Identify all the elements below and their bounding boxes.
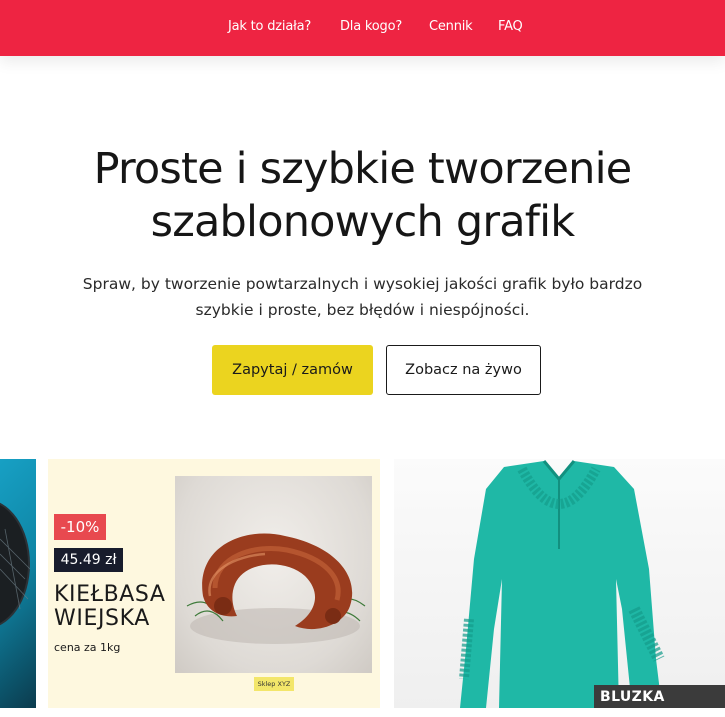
page-bottom [0,708,725,717]
see-live-button[interactable]: Zobacz na żywo [386,345,541,395]
gallery-card-partial [0,459,36,708]
nav-link-pricing[interactable]: Cennik [429,19,473,34]
ask-order-button[interactable]: Zapytaj / zamów [212,345,373,395]
discount-badge: -10% [54,514,106,540]
nav-link-how-it-works[interactable]: Jak to działa? [228,19,311,34]
hero-subtitle: Spraw, by tworzenie powtarzalnych i wyso… [82,275,643,319]
hero-title: Proste i szybkie tworzenie szablonowych … [93,144,633,247]
top-navigation: Jak to działa? Dla kogo? Cennik FAQ [0,0,725,56]
price-badge: 45.49 zł [54,548,123,572]
decorative-lines [0,528,31,610]
sausage-photo [175,476,372,673]
product-name: KIEŁBASA WIEJSKA [54,582,166,631]
product-unit-label: cena za 1kg [54,641,121,654]
clothing-label: BLUZKA [594,685,725,708]
clothing-template-card [394,459,725,708]
shirt-photo [459,460,665,708]
shop-label: Sklep XYZ [254,677,294,691]
nav-link-for-whom[interactable]: Dla kogo? [340,19,402,34]
nav-link-faq[interactable]: FAQ [498,19,523,34]
